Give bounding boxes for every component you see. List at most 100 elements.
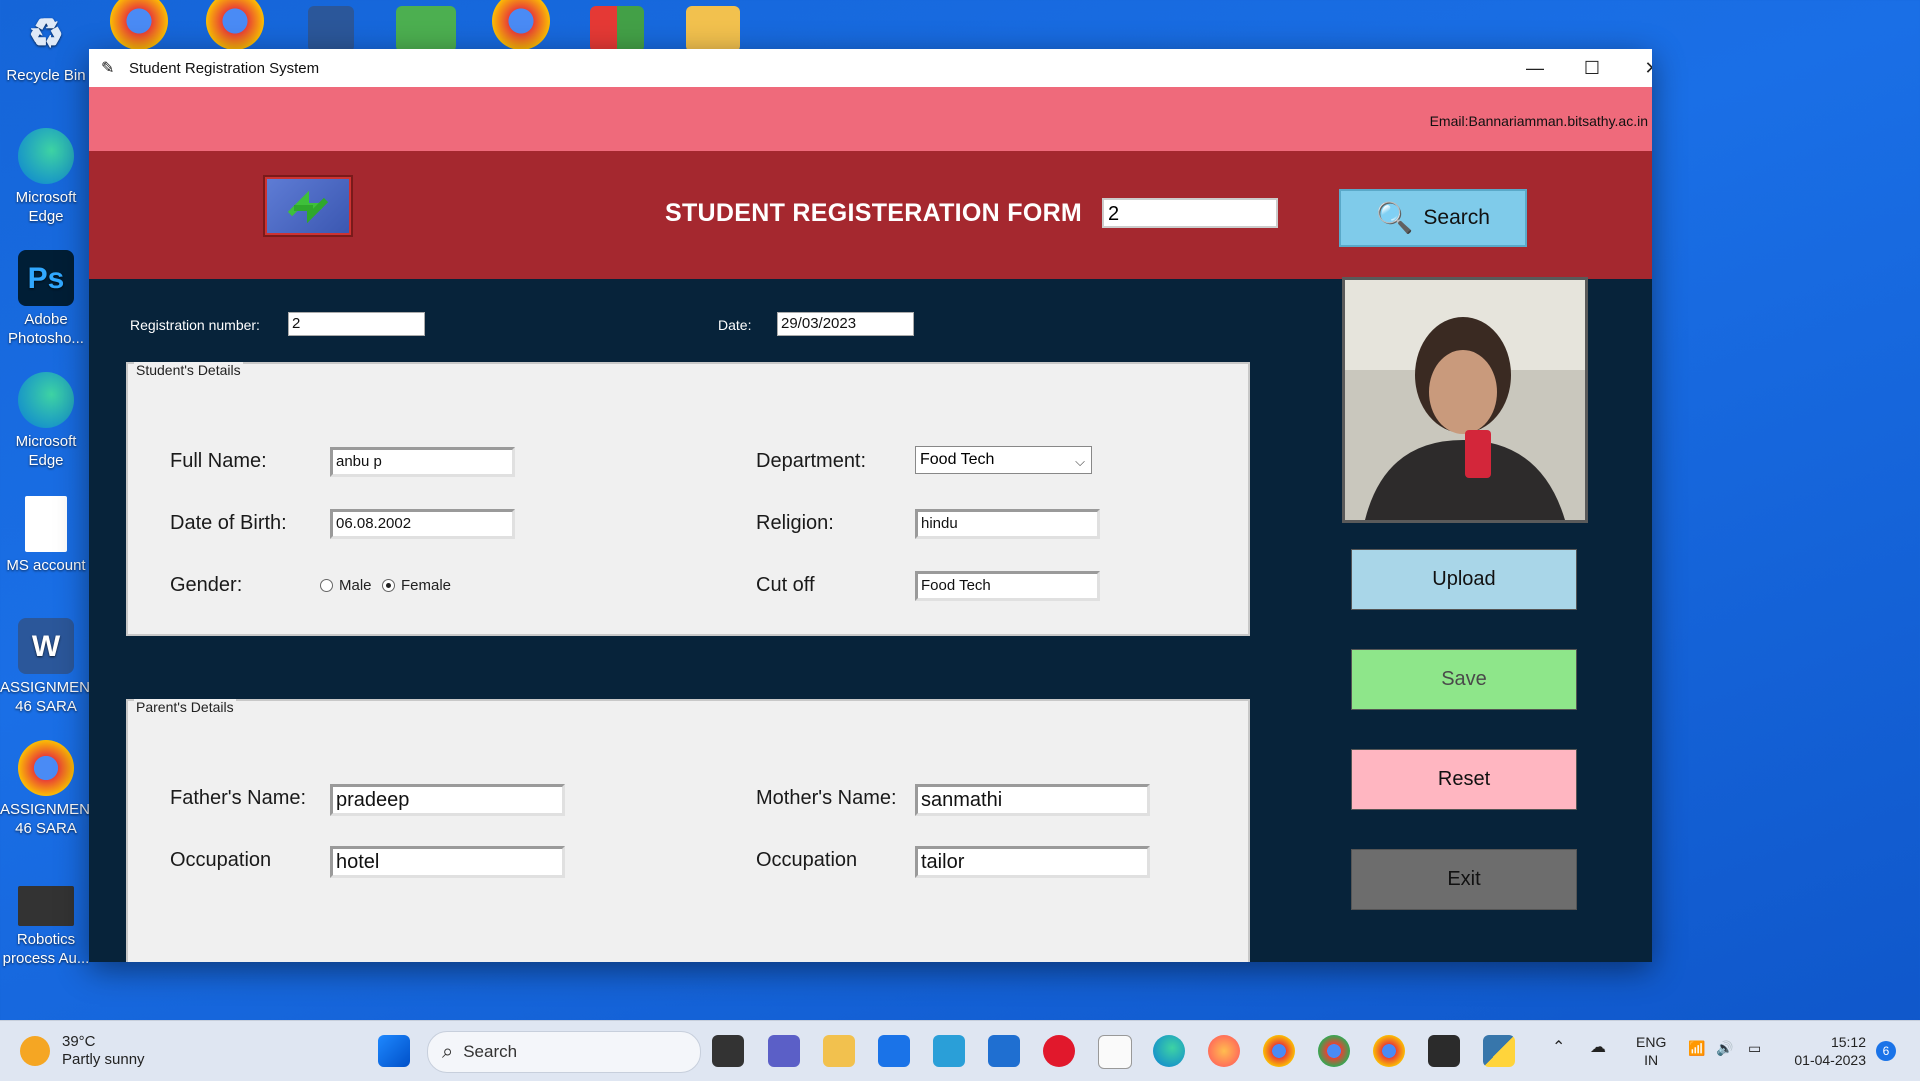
word-icon[interactable] — [308, 6, 354, 52]
mail-icon[interactable] — [988, 1035, 1020, 1067]
file-explorer-icon[interactable] — [823, 1035, 855, 1067]
search-icon: ⌕ — [442, 1040, 454, 1063]
form-title: STUDENT REGISTERATION FORM — [665, 199, 1083, 227]
father-occupation-field[interactable]: hotel — [330, 846, 565, 878]
chrome-icon[interactable] — [492, 0, 550, 50]
windows-start-icon[interactable] — [378, 1035, 410, 1067]
store-icon[interactable] — [878, 1035, 910, 1067]
mother-name-field[interactable]: sanmathi — [915, 784, 1150, 816]
title-bar[interactable]: ✎ Student Registration System — ☐ ✕ — [89, 49, 1652, 87]
student-details-legend: Student's Details — [134, 362, 243, 378]
battery-icon[interactable]: ▭ — [1748, 1039, 1761, 1057]
header-pink-bar: Email:Bannariamman.bitsathy.ac.in — [89, 87, 1652, 151]
weather-description: Partly sunny — [62, 1051, 145, 1068]
father-name-label: Father's Name: — [170, 787, 307, 809]
email-label: Email:Bannariamman.bitsathy.ac.in — [1429, 113, 1648, 129]
office-icon[interactable] — [590, 6, 644, 52]
chrome-profile-icon[interactable] — [1263, 1035, 1295, 1067]
dob-label: Date of Birth: — [170, 512, 287, 534]
student-photo — [1342, 277, 1588, 523]
religion-field[interactable]: hindu — [915, 509, 1100, 539]
department-dropdown[interactable]: Food Tech ⌵ — [915, 446, 1092, 474]
edge-icon — [18, 128, 74, 184]
folder-icon[interactable] — [686, 6, 740, 52]
window-title: Student Registration System — [129, 59, 320, 77]
app-icon[interactable] — [396, 6, 456, 52]
full-name-label: Full Name: — [170, 450, 267, 472]
desktop-icon-label: Adobe Photosho... — [8, 311, 84, 347]
radio-indicator-selected — [382, 579, 395, 592]
photoshop-icon[interactable]: Ps Adobe Photosho... — [0, 250, 92, 348]
weather-widget[interactable]: 39°C Partly sunny — [20, 1033, 145, 1069]
father-name-field[interactable]: pradeep — [330, 784, 565, 816]
teams-icon[interactable] — [768, 1035, 800, 1067]
volume-icon[interactable]: 🔊 — [1716, 1039, 1733, 1057]
cutoff-field[interactable]: Food Tech — [915, 571, 1100, 601]
mother-occupation-label: Occupation — [756, 849, 858, 871]
full-name-field[interactable]: anbu p — [330, 447, 515, 477]
refresh-logo-icon[interactable] — [263, 175, 353, 237]
chevron-down-icon: ⌵ — [1075, 454, 1085, 469]
clock-date: 01-04-2023 — [1794, 1052, 1866, 1068]
gender-male-label: Male — [339, 577, 372, 594]
opera-icon[interactable] — [1043, 1035, 1075, 1067]
person-photo-icon — [1345, 280, 1585, 520]
chrome-icon[interactable] — [206, 0, 264, 50]
minimize-button[interactable]: — — [1506, 49, 1564, 87]
recycle-bin-icon: ♻ — [28, 11, 64, 56]
edge-taskbar-icon[interactable] — [1153, 1035, 1185, 1067]
taskbar-search[interactable]: ⌕ Search — [427, 1031, 701, 1073]
registration-number-field[interactable]: 2 — [288, 312, 425, 336]
onedrive-icon[interactable]: ☁ — [1590, 1039, 1606, 1057]
task-view-icon[interactable] — [712, 1035, 744, 1067]
wifi-icon[interactable]: 📶 — [1688, 1039, 1705, 1057]
reset-button[interactable]: Reset — [1351, 749, 1577, 810]
chevron-up-icon[interactable]: ⌃ — [1552, 1039, 1565, 1057]
recycle-bin-icon[interactable]: ♻ Recycle Bin — [0, 6, 92, 85]
powerpoint-icon — [18, 886, 74, 926]
document-icon[interactable]: MS account — [0, 496, 92, 575]
desktop-icon-label: MS account — [6, 557, 86, 574]
terminal-icon[interactable] — [1428, 1035, 1460, 1067]
document-icon — [25, 496, 67, 552]
search-input[interactable]: 2 — [1102, 198, 1278, 228]
chrome-icon — [18, 740, 74, 796]
edge-icon[interactable]: Microsoft Edge — [0, 128, 92, 226]
close-button[interactable]: ✕ — [1623, 49, 1652, 87]
dob-field[interactable]: 06.08.2002 — [330, 509, 515, 539]
upload-button[interactable]: Upload — [1351, 549, 1577, 610]
python-icon[interactable] — [1483, 1035, 1515, 1067]
powerpoint-icon[interactable]: Robotics process Au... — [0, 886, 92, 968]
exit-button[interactable]: Exit — [1351, 849, 1577, 910]
chrome-shortcut-icon[interactable]: ASSIGNMENT 46 SARA — [0, 740, 99, 838]
desktop-icon-label: Microsoft Edge — [15, 189, 77, 225]
mother-occupation-field[interactable]: tailor — [915, 846, 1150, 878]
firefox-icon[interactable] — [1208, 1035, 1240, 1067]
clock[interactable]: 15:12 01-04-2023 — [1786, 1033, 1866, 1069]
department-label: Department: — [756, 450, 867, 472]
parent-details-legend: Parent's Details — [134, 699, 236, 715]
taskbar: 39°C Partly sunny ⌕ Search ⌃ ☁ ENG IN 📶 … — [0, 1020, 1920, 1081]
gender-female-radio[interactable]: Female — [382, 577, 451, 594]
date-field[interactable]: 29/03/2023 — [777, 312, 914, 336]
language-indicator[interactable]: ENG IN — [1636, 1033, 1666, 1069]
maximize-button[interactable]: ☐ — [1563, 49, 1621, 87]
chrome-profile-icon[interactable] — [1318, 1035, 1350, 1067]
search-button-label: Search — [1423, 206, 1490, 229]
feather-icon: ✎ — [101, 60, 115, 77]
edge-icon[interactable]: Microsoft Edge — [0, 372, 92, 470]
notification-badge[interactable]: 6 — [1876, 1041, 1896, 1061]
notepad-icon[interactable] — [1098, 1035, 1132, 1069]
word-doc-icon[interactable]: W ASSIGNMENT 46 SARA — [0, 618, 99, 716]
region-code: IN — [1644, 1052, 1659, 1068]
date-label: Date: — [718, 317, 752, 333]
chrome-profile-icon[interactable] — [1373, 1035, 1405, 1067]
mother-name-label: Mother's Name: — [756, 787, 897, 809]
search-button[interactable]: 🔍 Search — [1339, 189, 1527, 247]
word-icon: W — [18, 618, 74, 674]
student-details-frame: Student's Details Full Name: anbu p Date… — [126, 362, 1250, 636]
chrome-icon[interactable] — [110, 0, 168, 50]
save-button[interactable]: Save — [1351, 649, 1577, 710]
monitor-icon[interactable] — [933, 1035, 965, 1067]
gender-male-radio[interactable]: Male — [320, 577, 372, 594]
